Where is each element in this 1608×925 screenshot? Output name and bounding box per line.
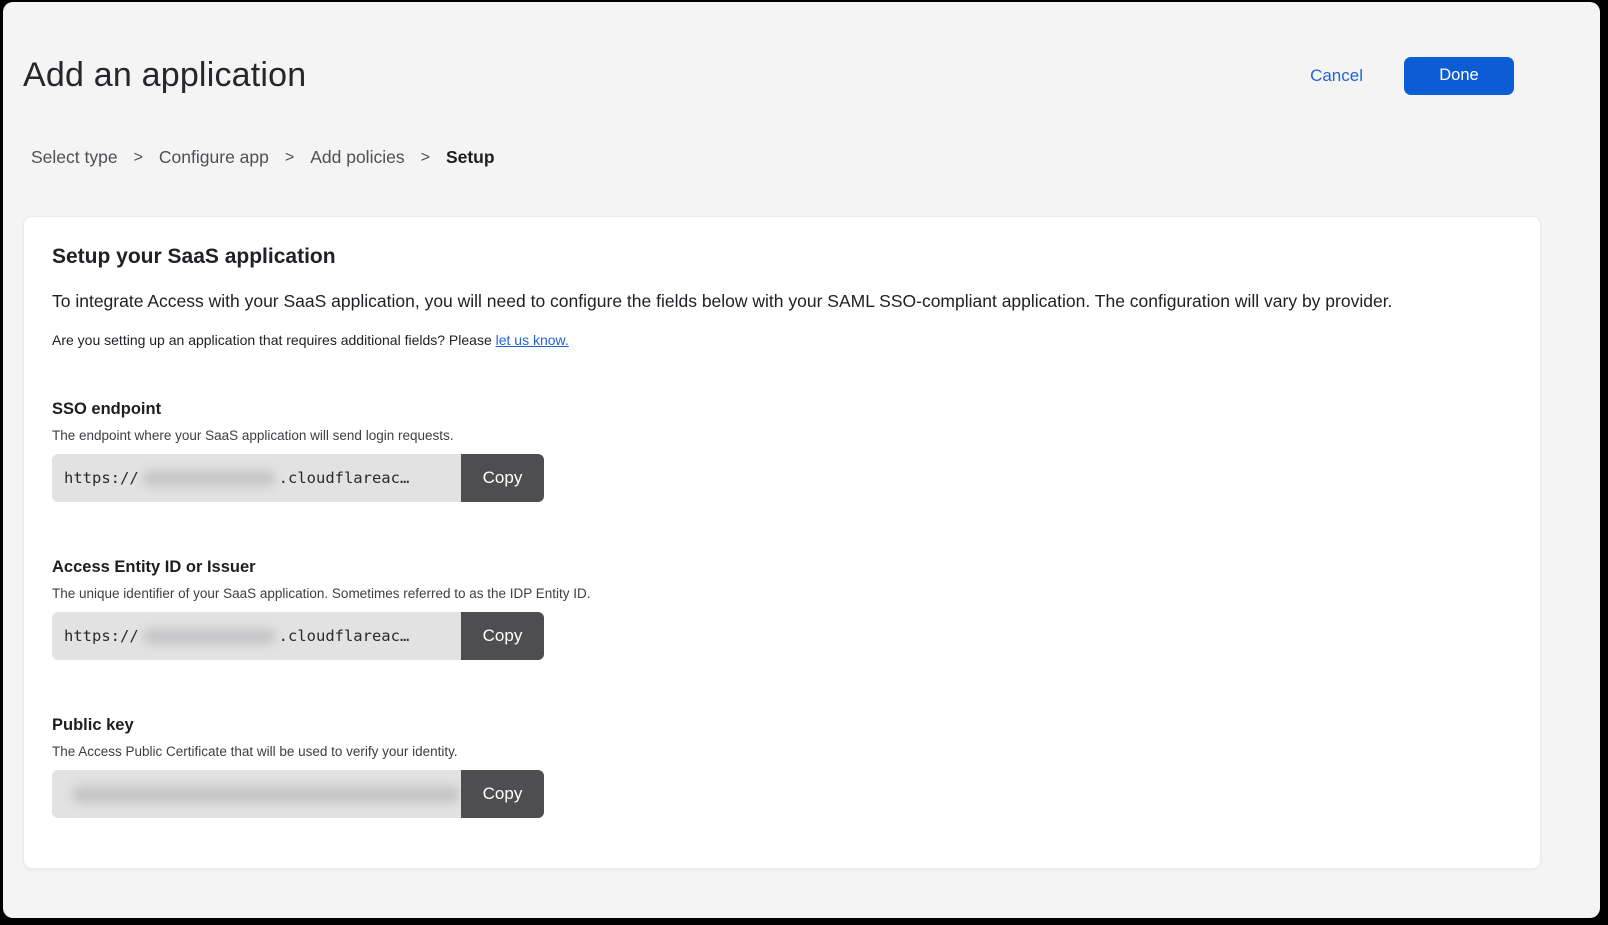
value-prefix: https://: [64, 627, 139, 645]
card-intro-text: To integrate Access with your SaaS appli…: [52, 291, 1512, 312]
breadcrumb-step-configure-app[interactable]: Configure app: [159, 147, 269, 168]
field-public-key: Public key The Access Public Certificate…: [52, 716, 1512, 818]
field-description: The endpoint where your SaaS application…: [52, 428, 1512, 443]
page-header: Add an application Cancel Done: [3, 2, 1600, 95]
value-suffix: .cloudflareac…: [279, 469, 410, 487]
sso-endpoint-copy-button[interactable]: Copy: [461, 454, 544, 502]
page-title: Add an application: [23, 56, 1310, 95]
redacted-blur: [143, 629, 275, 644]
field-label: SSO endpoint: [52, 400, 1512, 419]
done-button[interactable]: Done: [1404, 57, 1514, 95]
note-text: Are you setting up an application that r…: [52, 332, 496, 348]
field-label: Access Entity ID or Issuer: [52, 558, 1512, 577]
header-actions: Cancel Done: [1310, 57, 1514, 95]
field-label: Public key: [52, 716, 1512, 735]
let-us-know-link[interactable]: let us know.: [496, 332, 569, 348]
breadcrumb-step-add-policies[interactable]: Add policies: [310, 147, 404, 168]
field-sso-endpoint: SSO endpoint The endpoint where your Saa…: [52, 400, 1512, 502]
entity-id-value-group: https:// .cloudflareac… Copy: [52, 612, 544, 660]
breadcrumb-step-setup: Setup: [446, 147, 495, 168]
app-window: Add an application Cancel Done Select ty…: [3, 2, 1600, 918]
breadcrumb-separator: >: [134, 149, 143, 167]
field-description: The unique identifier of your SaaS appli…: [52, 586, 1512, 601]
value-prefix: https://: [64, 469, 139, 487]
entity-id-value: https:// .cloudflareac…: [52, 612, 461, 660]
cancel-button[interactable]: Cancel: [1310, 66, 1363, 86]
value-suffix: .cloudflareac…: [279, 627, 410, 645]
sso-endpoint-value: https:// .cloudflareac…: [52, 454, 461, 502]
field-access-entity-id: Access Entity ID or Issuer The unique id…: [52, 558, 1512, 660]
breadcrumb-step-select-type[interactable]: Select type: [31, 147, 118, 168]
public-key-value: [52, 770, 461, 818]
breadcrumb-separator: >: [285, 149, 294, 167]
public-key-copy-button[interactable]: Copy: [461, 770, 544, 818]
redacted-blur: [72, 786, 460, 803]
public-key-value-group: Copy: [52, 770, 544, 818]
redacted-blur: [143, 471, 275, 486]
entity-id-copy-button[interactable]: Copy: [461, 612, 544, 660]
breadcrumb-separator: >: [421, 149, 430, 167]
field-description: The Access Public Certificate that will …: [52, 744, 1512, 759]
setup-card: Setup your SaaS application To integrate…: [23, 216, 1541, 869]
card-note: Are you setting up an application that r…: [52, 332, 1512, 348]
breadcrumb: Select type > Configure app > Add polici…: [31, 147, 1600, 168]
card-title: Setup your SaaS application: [52, 245, 1512, 269]
sso-endpoint-value-group: https:// .cloudflareac… Copy: [52, 454, 544, 502]
